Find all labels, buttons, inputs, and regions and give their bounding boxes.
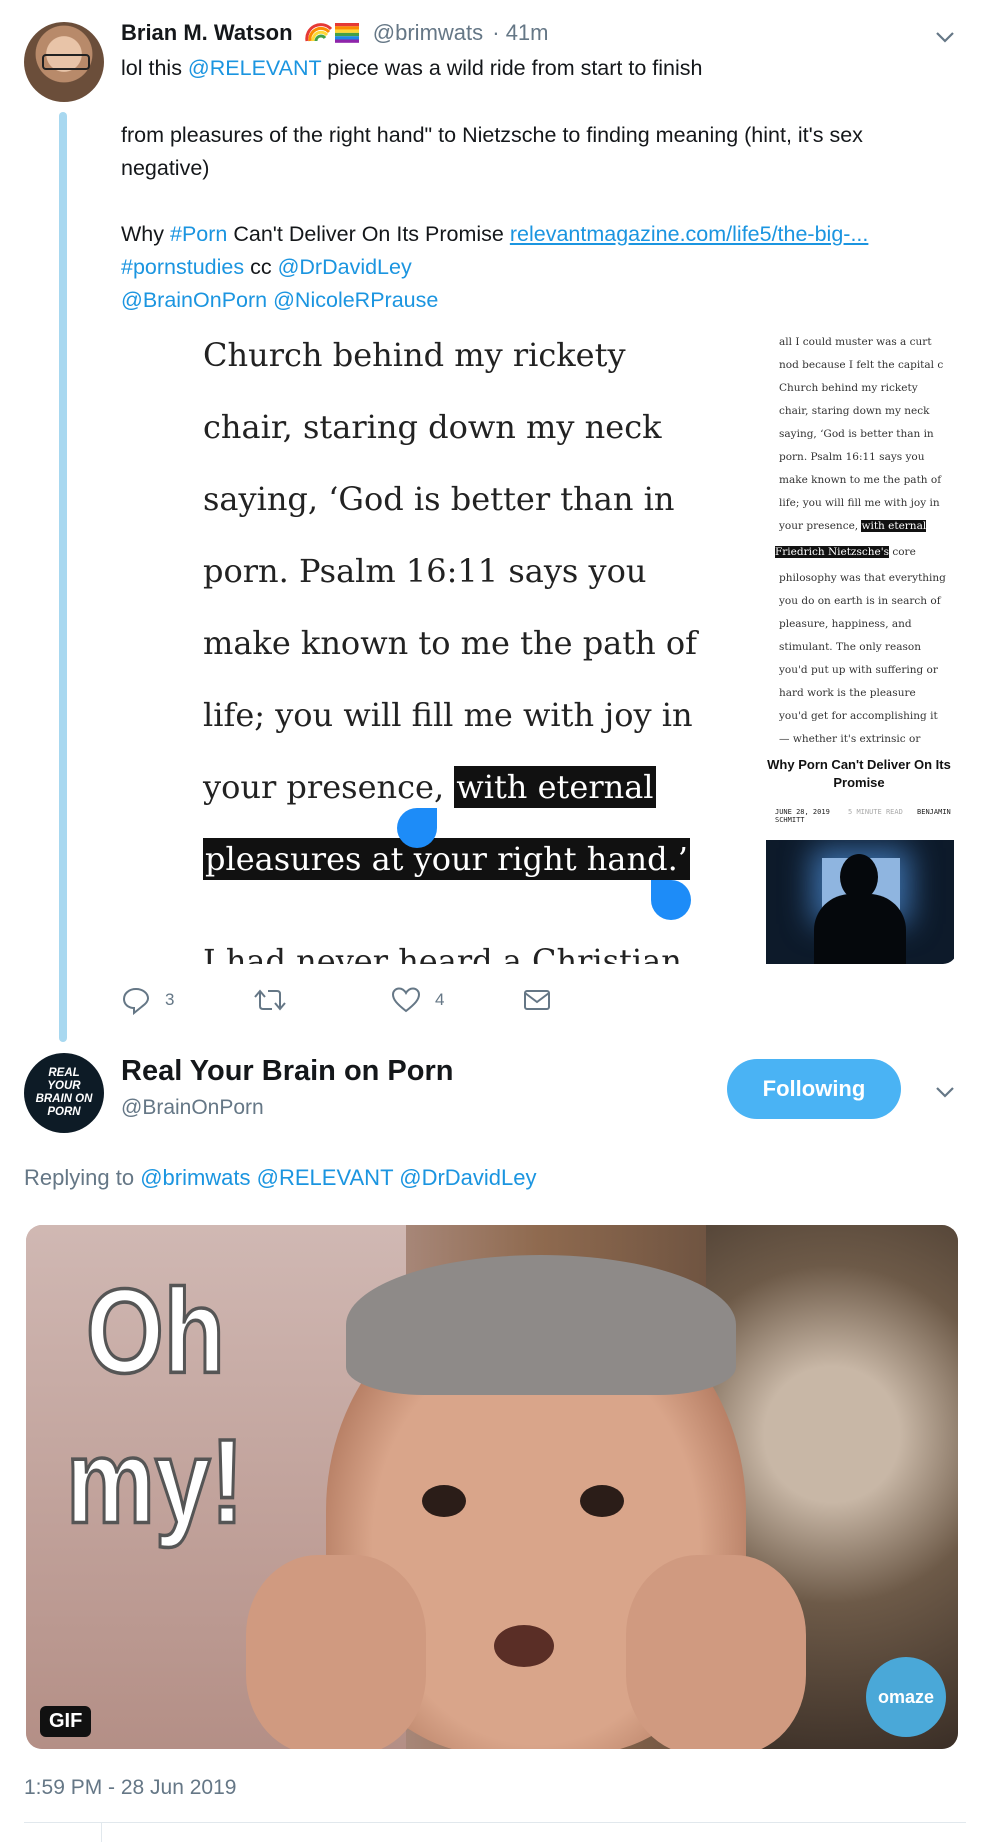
rainbow-flag-icon [304,23,359,43]
author-handle[interactable]: @brimwats [373,20,483,45]
article-screenshot-small[interactable]: all I could muster was a curt nod becaus… [761,332,957,964]
heart-icon [391,987,421,1013]
replying-to: Replying to @brimwats @RELEVANT @DrDavid… [24,1165,537,1190]
avatar[interactable]: REAL YOUR BRAIN ON PORN [24,1053,104,1133]
tweet-text-line: @BrainOnPorn @NicoleRPrause [121,284,951,317]
mention-link[interactable]: @brimwats [140,1165,250,1190]
selection-handle [651,880,691,920]
mention-link[interactable]: @NicoleRPrause [273,288,438,312]
retweet-button[interactable] [253,985,301,1015]
article-screenshot-large[interactable]: Church behind my rickety chair, staring … [121,332,761,964]
hashtag-link[interactable]: #Porn [170,222,227,246]
tweet-text-line: lol this @RELEVANT piece was a wild ride… [121,56,703,80]
author-handle[interactable]: @BrainOnPorn [121,1096,264,1120]
gif-caption: my! [65,1413,246,1551]
article-link[interactable]: relevantmagazine.com/life5/the-big-... [510,222,869,246]
highlighted-text: pleasures at your right hand.’ [203,838,690,880]
gif-badge: GIF [40,1706,92,1737]
mention-link[interactable]: @DrDavidLey [278,255,412,279]
author-name[interactable]: Brian M. Watson [121,20,293,45]
highlighted-text: with eternal [454,766,656,808]
chevron-down-icon[interactable] [934,1081,956,1103]
like-button[interactable]: 4 [391,985,444,1015]
article-meta: JUNE 28, 2019 5 MINUTE READ BENJAMIN SCH… [775,808,951,824]
avatar[interactable] [24,22,104,102]
mention-link[interactable]: @DrDavidLey [399,1165,536,1190]
reply-count: 3 [165,990,175,1009]
retweet-icon [254,989,286,1011]
article-photo [766,840,954,964]
mention-link[interactable]: @RELEVANT [257,1165,393,1190]
article-title: Why Porn Can't Deliver On Its Promise [767,757,951,790]
gif-caption: Oh [85,1263,227,1401]
tweet-time[interactable]: · 41m [492,20,548,45]
envelope-icon [524,990,550,1010]
tweet-text-line: #pornstudies cc @DrDavidLey [121,255,412,279]
tweet-text-line: Why #Porn Can't Deliver On Its Promise r… [121,222,869,246]
mention-link[interactable]: @BrainOnPorn [121,288,267,312]
selection-handle [397,808,437,848]
author-name[interactable]: Real Your Brain on Porn [121,1055,453,1088]
tweet-text-paragraph: from pleasures of the right hand" to Nie… [121,123,863,180]
watermark-logo: omaze [866,1657,946,1737]
tweet-author[interactable]: Brian M. Watson @brimwats · 41m [121,20,549,46]
hashtag-link[interactable]: #pornstudies [121,255,244,279]
divider [101,1822,102,1842]
divider [24,1822,966,1823]
mention-link[interactable]: @RELEVANT [188,56,321,80]
reply-button[interactable]: 3 [121,985,174,1015]
direct-message-button[interactable] [522,985,566,1015]
gif-media[interactable]: Oh my! omaze GIF [26,1225,958,1749]
thread-connector [59,112,67,1042]
following-button[interactable]: Following [727,1059,901,1119]
tweet-timestamp[interactable]: 1:59 PM - 28 Jun 2019 [24,1776,236,1800]
reply-icon [122,987,150,1015]
like-count: 4 [435,990,445,1009]
media-card[interactable]: Church behind my rickety chair, staring … [121,332,957,964]
chevron-down-icon[interactable] [934,26,956,48]
